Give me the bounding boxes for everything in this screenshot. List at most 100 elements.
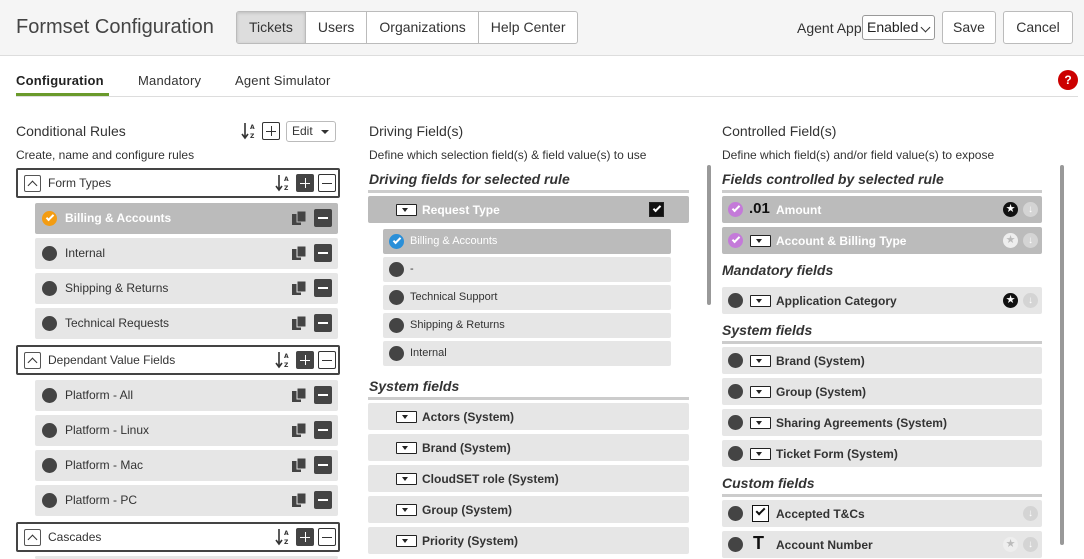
sort-icon[interactable]: AZ	[275, 174, 291, 195]
rule-item-platform-mac[interactable]: Platform - Mac	[35, 450, 338, 481]
chevron-up-icon[interactable]	[24, 529, 41, 546]
controlled-field-amount[interactable]: .01 Amount ★ ↓	[722, 196, 1042, 223]
star-icon[interactable]: ★	[1003, 537, 1018, 552]
star-icon[interactable]: ★	[1003, 233, 1018, 248]
collapse-group-button[interactable]	[318, 351, 336, 369]
controlled-field-sharing-agreements[interactable]: Sharing Agreements (System)	[722, 409, 1042, 436]
collapse-group-button[interactable]	[318, 174, 336, 192]
arrow-down-icon[interactable]: ↓	[1023, 506, 1038, 521]
agent-app-value: Enabled	[867, 19, 919, 35]
controlled-field-group[interactable]: Group (System)	[722, 378, 1042, 405]
copy-icon[interactable]	[291, 387, 307, 403]
remove-rule-button[interactable]	[314, 386, 332, 404]
field-label: Actors (System)	[422, 410, 515, 424]
arrow-down-icon[interactable]: ↓	[1023, 202, 1038, 217]
edit-dropdown[interactable]: Edit	[286, 121, 336, 142]
tab-organizations[interactable]: Organizations	[367, 12, 479, 43]
rule-item-platform-all[interactable]: Platform - All	[35, 380, 338, 411]
copy-icon[interactable]	[291, 422, 307, 438]
decimal-field-icon: .01	[749, 200, 770, 217]
svg-text:A: A	[284, 530, 289, 537]
driving-value-shipping-returns[interactable]: Shipping & Returns	[383, 313, 671, 338]
controlled-field-ticket-form[interactable]: Ticket Form (System)	[722, 440, 1042, 467]
help-icon[interactable]: ?	[1058, 70, 1078, 90]
driving-field-priority[interactable]: Priority (System)	[368, 527, 689, 554]
rule-label: Shipping & Returns	[65, 281, 169, 295]
rule-item-platform-pc[interactable]: Platform - PC	[35, 485, 338, 516]
dropdown-field-icon	[396, 204, 417, 216]
driving-value-technical-support[interactable]: Technical Support	[383, 285, 671, 310]
field-label: Application Category	[776, 294, 897, 308]
remove-rule-button[interactable]	[314, 421, 332, 439]
driving-field-cloudset-role[interactable]: CloudSET role (System)	[368, 465, 689, 492]
controlled-field-account-number[interactable]: T Account Number ★ ↓	[722, 531, 1042, 558]
remove-rule-button[interactable]	[314, 209, 332, 227]
rule-group-cascades[interactable]: Cascades AZ	[16, 522, 340, 552]
add-rule-button[interactable]	[262, 122, 280, 140]
field-label: Sharing Agreements (System)	[776, 416, 947, 430]
driving-value-dash[interactable]: -	[383, 257, 671, 282]
copy-icon[interactable]	[291, 315, 307, 331]
remove-rule-button[interactable]	[314, 456, 332, 474]
add-rule-button[interactable]	[296, 528, 314, 546]
star-icon[interactable]: ★	[1003, 293, 1018, 308]
remove-rule-button[interactable]	[314, 244, 332, 262]
controlled-field-accepted-tcs[interactable]: Accepted T&Cs ↓	[722, 500, 1042, 527]
arrow-down-icon[interactable]: ↓	[1023, 537, 1038, 552]
controlled-field-brand[interactable]: Brand (System)	[722, 347, 1042, 374]
rule-item-shipping-returns[interactable]: Shipping & Returns	[35, 273, 338, 304]
controlled-scrollbar[interactable]	[1060, 165, 1064, 545]
rule-item-platform-linux[interactable]: Platform - Linux	[35, 415, 338, 446]
rule-item-technical-requests[interactable]: Technical Requests	[35, 308, 338, 339]
tab-mandatory[interactable]: Mandatory	[138, 73, 201, 88]
dropdown-field-icon	[750, 355, 771, 367]
driving-value-internal[interactable]: Internal	[383, 341, 671, 366]
add-rule-button[interactable]	[296, 174, 314, 192]
tab-help-center[interactable]: Help Center	[479, 12, 578, 43]
driving-field-request-type[interactable]: Request Type	[368, 196, 689, 223]
sort-icon[interactable]: AZ	[275, 351, 291, 372]
arrow-down-icon[interactable]: ↓	[1023, 293, 1038, 308]
group-label: Form Types	[48, 176, 112, 190]
driving-field-group[interactable]: Group (System)	[368, 496, 689, 523]
controlled-mandatory-section: Mandatory fields	[722, 262, 834, 278]
copy-icon[interactable]	[291, 492, 307, 508]
remove-rule-button[interactable]	[314, 314, 332, 332]
section-divider	[722, 341, 1042, 344]
rule-item-billing-accounts[interactable]: Billing & Accounts	[35, 203, 338, 234]
driving-scrollbar[interactable]	[707, 165, 711, 305]
add-rule-button[interactable]	[296, 351, 314, 369]
rule-group-form-types[interactable]: Form Types AZ	[16, 168, 340, 198]
chevron-up-icon[interactable]	[24, 352, 41, 369]
status-dot-icon	[42, 281, 57, 296]
tab-users[interactable]: Users	[306, 12, 368, 43]
collapse-group-button[interactable]	[318, 528, 336, 546]
arrow-down-icon[interactable]: ↓	[1023, 233, 1038, 248]
driving-field-brand[interactable]: Brand (System)	[368, 434, 689, 461]
remove-rule-button[interactable]	[314, 279, 332, 297]
copy-icon[interactable]	[291, 210, 307, 226]
agent-app-select[interactable]: Enabled	[862, 15, 935, 40]
driving-field-actors[interactable]: Actors (System)	[368, 403, 689, 430]
star-icon[interactable]: ★	[1003, 202, 1018, 217]
chevron-up-icon[interactable]	[24, 175, 41, 192]
copy-icon[interactable]	[291, 280, 307, 296]
tab-agent-simulator[interactable]: Agent Simulator	[235, 73, 331, 88]
field-label: Account & Billing Type	[776, 234, 907, 248]
copy-icon[interactable]	[291, 245, 307, 261]
checkbox-checked-icon[interactable]	[649, 202, 664, 217]
rule-group-dependant-value-fields[interactable]: Dependant Value Fields AZ	[16, 345, 340, 375]
controlled-field-account-billing-type[interactable]: Account & Billing Type ★ ↓	[722, 227, 1042, 254]
controlled-field-application-category[interactable]: Application Category ★ ↓	[722, 287, 1042, 314]
tab-configuration[interactable]: Configuration	[16, 73, 104, 88]
sort-icon[interactable]: AZ	[275, 528, 291, 549]
driving-value-billing-accounts[interactable]: Billing & Accounts	[383, 229, 671, 254]
save-button[interactable]: Save	[942, 11, 996, 44]
field-label: Group (System)	[422, 503, 513, 517]
remove-rule-button[interactable]	[314, 491, 332, 509]
cancel-button[interactable]: Cancel	[1003, 11, 1073, 44]
copy-icon[interactable]	[291, 457, 307, 473]
tab-tickets[interactable]: Tickets	[237, 12, 306, 43]
rule-item-internal[interactable]: Internal	[35, 238, 338, 269]
sort-icon[interactable]: AZ	[241, 122, 257, 143]
